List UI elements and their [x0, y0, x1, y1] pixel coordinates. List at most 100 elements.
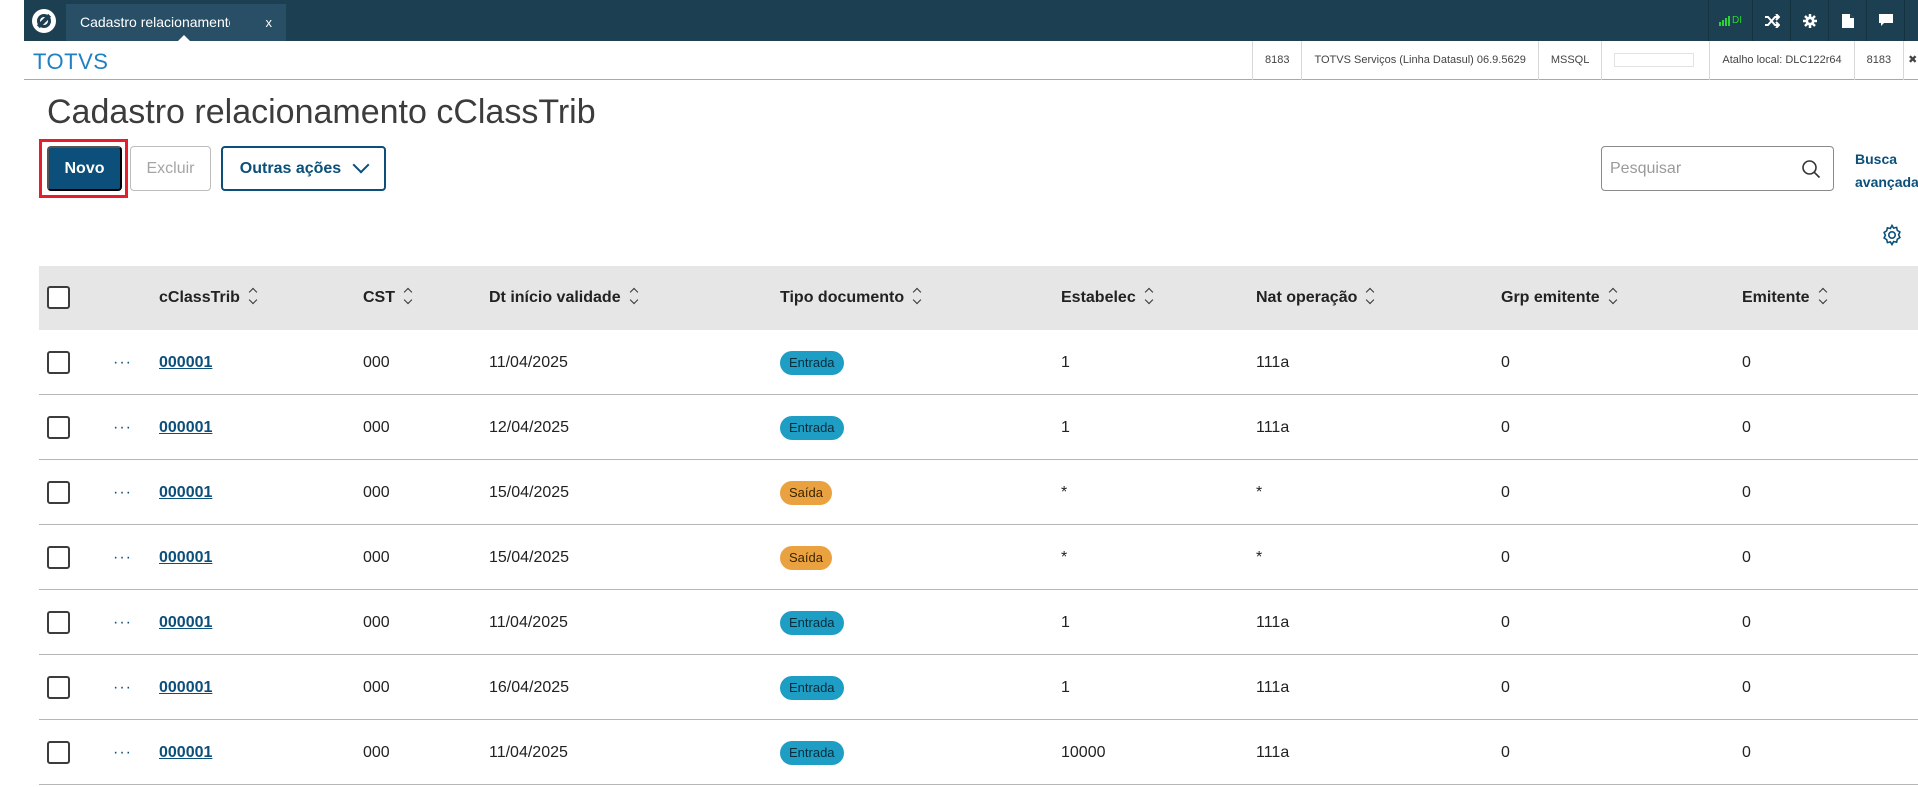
column-header-nat-operacao[interactable]: Nat operação: [1256, 266, 1373, 330]
cell-estab: 10000: [1061, 744, 1106, 761]
cell-estab: 1: [1061, 354, 1070, 371]
excluir-button[interactable]: Excluir: [130, 146, 211, 191]
cclasstrib-link[interactable]: 000001: [159, 460, 212, 525]
cclasstrib-link[interactable]: 000001: [159, 590, 212, 655]
cell-dt: 15/04/2025: [489, 484, 570, 501]
cclasstrib-link[interactable]: 000001: [159, 655, 212, 720]
page-title: Cadastro relacionamento cClassTrib: [47, 93, 596, 131]
row-actions-icon[interactable]: ···: [113, 330, 132, 395]
top-bar: Cadastro relacionamento cClassTrib x DI: [24, 0, 1918, 41]
info-database: MSSQL: [1537, 41, 1602, 80]
cell-tipo: Saída: [780, 460, 832, 525]
cclasstrib-link[interactable]: 000001: [159, 330, 212, 395]
search-input[interactable]: [1610, 157, 1790, 181]
tipo-badge: Entrada: [780, 675, 844, 700]
advanced-search-line1: Busca: [1855, 151, 1898, 167]
column-header-grp-emitente[interactable]: Grp emitente: [1501, 266, 1616, 330]
info-bar: TOTVS 8183 TOTVS Serviços (Linha Datasul…: [24, 41, 1918, 80]
cell-cst: 000: [363, 354, 390, 371]
cell-cst: 000: [363, 484, 390, 501]
row-actions-icon[interactable]: ···: [113, 460, 132, 525]
cell-estab: 1: [1061, 679, 1070, 696]
search-field[interactable]: [1601, 146, 1834, 191]
tab-cadastro[interactable]: Cadastro relacionamento cClassTrib x: [66, 4, 286, 41]
cell-grp: 0: [1501, 419, 1510, 436]
cell-tipo: Entrada: [780, 720, 844, 785]
cell-emit: 0: [1742, 419, 1751, 436]
tipo-badge: Saída: [780, 545, 832, 570]
search-icon[interactable]: [1801, 159, 1821, 179]
cclasstrib-link[interactable]: 000001: [159, 525, 212, 590]
info-close[interactable]: ✖ S: [1903, 41, 1918, 80]
novo-button[interactable]: Novo: [47, 146, 122, 191]
tipo-badge: Entrada: [780, 415, 844, 440]
signal-icon[interactable]: DI: [1708, 0, 1752, 41]
cell-grp: 0: [1501, 614, 1510, 631]
row-checkbox[interactable]: [47, 546, 70, 569]
cell-nat: 111a: [1256, 419, 1290, 436]
table-row: ··· 000001 000 11/04/2025 Entrada 10000 …: [39, 720, 1918, 785]
cell-dt: 11/04/2025: [489, 744, 568, 761]
more-icon[interactable]: [1904, 0, 1918, 41]
cclasstrib-link[interactable]: 000001: [159, 720, 212, 785]
column-header-dt-inicio[interactable]: Dt início validade: [489, 266, 637, 330]
row-checkbox[interactable]: [47, 416, 70, 439]
document-icon[interactable]: [1828, 0, 1866, 41]
select-all-checkbox[interactable]: [47, 286, 70, 309]
tipo-badge: Entrada: [780, 350, 844, 375]
cell-dt: 15/04/2025: [489, 549, 570, 566]
brand-logo: TOTVS: [33, 49, 109, 74]
cell-estab: 1: [1061, 419, 1070, 436]
row-checkbox[interactable]: [47, 351, 70, 374]
advanced-search-link[interactable]: Busca avançada: [1855, 148, 1918, 194]
info-code: 8183: [1853, 41, 1903, 80]
cell-tipo: Entrada: [780, 395, 844, 460]
close-icon[interactable]: x: [266, 4, 273, 41]
sort-icon: [1146, 289, 1152, 303]
cell-emit: 0: [1742, 614, 1751, 631]
gear-icon[interactable]: [1790, 0, 1828, 41]
cell-tipo: Entrada: [780, 590, 844, 655]
sort-icon: [1610, 289, 1616, 303]
info-product: TOTVS Serviços (Linha Datasul) 06.9.5629: [1301, 41, 1537, 80]
table-row: ··· 000001 000 11/04/2025 Entrada 1 111a…: [39, 590, 1918, 655]
data-table: cClassTrib CST Dt início validade Tipo d…: [39, 266, 1918, 785]
row-checkbox[interactable]: [47, 611, 70, 634]
row-actions-icon[interactable]: ···: [113, 590, 132, 655]
shuffle-icon[interactable]: [1752, 0, 1790, 41]
column-header-cst[interactable]: CST: [363, 266, 411, 330]
column-header-tipo-documento[interactable]: Tipo documento: [780, 266, 920, 330]
column-header-cclasstrib[interactable]: cClassTrib: [159, 266, 256, 330]
tipo-badge: Entrada: [780, 740, 844, 765]
cell-nat: *: [1256, 484, 1263, 501]
cell-dt: 12/04/2025: [489, 419, 570, 436]
cell-grp: 0: [1501, 484, 1510, 501]
sort-icon: [914, 289, 920, 303]
row-checkbox[interactable]: [47, 481, 70, 504]
totvs-logo-icon[interactable]: [32, 9, 56, 33]
row-actions-icon[interactable]: ···: [113, 525, 132, 590]
column-header-emitente[interactable]: Emitente: [1742, 266, 1826, 330]
table-row: ··· 000001 000 15/04/2025 Saída * * 0 0: [39, 525, 1918, 590]
cell-grp: 0: [1501, 744, 1510, 761]
cell-estab: *: [1061, 549, 1068, 566]
row-actions-icon[interactable]: ···: [113, 655, 132, 720]
table-row: ··· 000001 000 15/04/2025 Saída * * 0 0: [39, 460, 1918, 525]
chat-icon[interactable]: [1866, 0, 1904, 41]
row-checkbox[interactable]: [47, 741, 70, 764]
row-actions-icon[interactable]: ···: [113, 720, 132, 785]
outras-acoes-label: Outras ações: [239, 159, 342, 177]
row-checkbox[interactable]: [47, 676, 70, 699]
sort-icon: [250, 289, 256, 303]
gear-icon[interactable]: [1880, 223, 1904, 247]
outras-acoes-button[interactable]: Outras ações: [221, 146, 386, 191]
cell-emit: 0: [1742, 744, 1751, 761]
column-header-estabelec[interactable]: Estabelec: [1061, 266, 1152, 330]
tipo-badge: Saída: [780, 480, 832, 505]
cell-cst: 000: [363, 679, 390, 696]
cclasstrib-link[interactable]: 000001: [159, 395, 212, 460]
row-actions-icon[interactable]: ···: [113, 395, 132, 460]
info-redacted: [1601, 41, 1709, 80]
tipo-badge: Entrada: [780, 610, 844, 635]
advanced-search-line2: avançada: [1855, 174, 1918, 190]
